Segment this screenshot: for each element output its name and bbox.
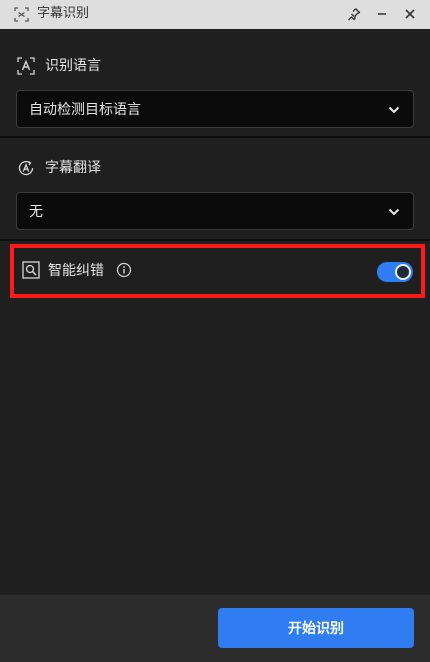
recognition-language-label: 识别语言 <box>45 58 101 74</box>
magnify-check-icon <box>22 261 40 279</box>
minimize-icon <box>378 13 386 15</box>
subtitle-translation-select[interactable]: 无 <box>16 192 414 230</box>
smart-correction-header: 智能纠错 <box>22 260 132 280</box>
chevron-down-icon <box>388 208 400 216</box>
translate-icon <box>18 160 34 176</box>
subtitle-translation-value: 无 <box>29 204 43 220</box>
recognition-language-header: 识别语言 <box>17 57 101 75</box>
subtitle-translation-header: 字幕翻译 <box>17 159 101 177</box>
section-divider <box>0 136 430 138</box>
pin-button[interactable] <box>345 5 363 23</box>
smart-correction-row: 智能纠错 <box>10 244 425 298</box>
window-title: 字幕识别 <box>37 6 90 21</box>
main-panel: 识别语言 自动检测目标语言 字幕翻译 无 智能纠错 <box>0 29 430 595</box>
start-recognition-button[interactable]: 开始识别 <box>218 608 414 648</box>
info-icon[interactable] <box>116 262 132 278</box>
chevron-down-icon <box>388 106 400 114</box>
minimize-button[interactable] <box>373 5 391 23</box>
footer-bar: 开始识别 <box>0 595 430 662</box>
smart-correction-label: 智能纠错 <box>48 263 104 279</box>
recognition-language-select[interactable]: 自动检测目标语言 <box>16 90 414 128</box>
smart-correction-toggle[interactable] <box>377 262 413 282</box>
close-button[interactable] <box>401 5 419 23</box>
recognition-language-value: 自动检测目标语言 <box>29 102 141 118</box>
close-icon <box>405 9 415 19</box>
section-divider <box>0 239 430 241</box>
title-bar: 字幕识别 <box>0 0 430 29</box>
subtitle-scan-icon <box>14 7 29 22</box>
language-a-icon <box>17 57 35 75</box>
pin-icon <box>348 8 361 21</box>
toggle-knob <box>395 264 411 280</box>
subtitle-translation-label: 字幕翻译 <box>45 160 101 176</box>
